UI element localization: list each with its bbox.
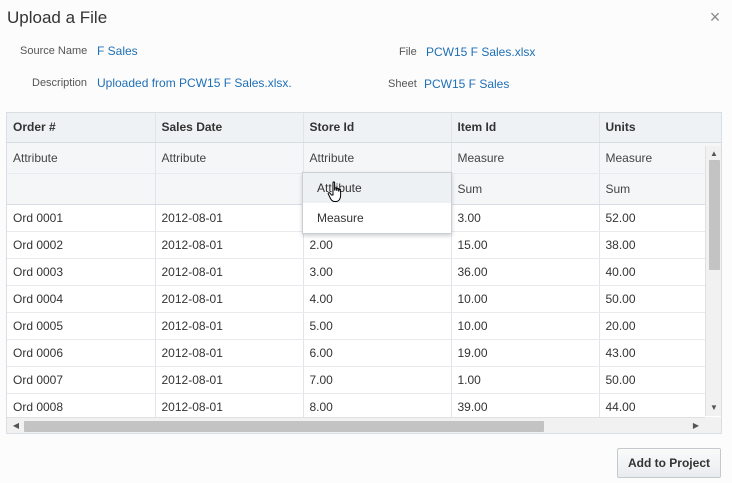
description-label: Description [32,77,88,89]
column-header-sales-date[interactable]: Sales Date [155,113,304,143]
aggregation-select[interactable]: Sum [451,173,600,205]
table-cell: Ord 0007 [7,366,156,394]
table-cell: 3.00 [451,204,600,232]
column-header-store-id[interactable]: Store Id [303,113,452,143]
table-cell: 40.00 [599,258,721,286]
aggregation-select[interactable]: Sum [599,173,721,205]
dropdown-option-attribute[interactable]: Attribute [303,173,451,203]
column-type-select[interactable]: Attribute [155,142,304,174]
table-cell: 39.00 [451,393,600,421]
table-cell: 2012-08-01 [155,366,304,394]
table-cell: 8.00 [303,393,452,421]
aggregation-cell[interactable] [7,173,156,205]
table-row: Ord 0006 2012-08-01 6.00 19.00 43.00 [7,339,721,367]
file-label: File [399,46,417,58]
table-cell: Ord 0003 [7,258,156,286]
table-row: Ord 0004 2012-08-01 4.00 10.00 50.00 [7,285,721,313]
table-row: Ord 0007 2012-08-01 7.00 1.00 50.00 [7,366,721,394]
horizontal-scroll-thumb[interactable] [24,421,544,432]
column-type-select[interactable]: Measure [599,142,721,174]
table-cell: 7.00 [303,366,452,394]
table-cell: 2012-08-01 [155,285,304,313]
table-cell: 38.00 [599,231,721,259]
close-icon[interactable]: × [708,8,722,26]
horizontal-scrollbar[interactable]: ◀ ▶ [7,417,705,433]
table-cell: Ord 0004 [7,285,156,313]
column-type-row: Attribute Attribute Attribute Measure Me… [7,142,721,174]
table-cell: 43.00 [599,339,721,367]
column-type-select[interactable]: Measure [451,142,600,174]
scroll-down-icon[interactable]: ▼ [706,402,721,414]
table-cell: 10.00 [451,312,600,340]
column-type-dropdown: Attribute Measure [302,172,452,234]
vertical-scroll-thumb[interactable] [709,160,720,270]
table-cell: 50.00 [599,285,721,313]
table-cell: 44.00 [599,393,721,421]
sheet-label: Sheet [388,78,417,90]
table-cell: 2012-08-01 [155,393,304,421]
table-cell: 20.00 [599,312,721,340]
table-cell: 50.00 [599,366,721,394]
column-header-order[interactable]: Order # [7,113,156,143]
column-type-select[interactable]: Attribute [303,142,452,174]
scroll-right-icon[interactable]: ▶ [689,418,703,433]
table-cell: Ord 0002 [7,231,156,259]
table-row: Ord 0003 2012-08-01 3.00 36.00 40.00 [7,258,721,286]
table-cell: Ord 0001 [7,204,156,232]
scroll-left-icon[interactable]: ◀ [9,418,23,433]
table-cell: 2.00 [303,231,452,259]
table-cell: 5.00 [303,312,452,340]
table-cell: Ord 0008 [7,393,156,421]
data-table: Order # Sales Date Store Id Item Id Unit… [7,113,721,421]
table-cell: 1.00 [451,366,600,394]
table-cell: 52.00 [599,204,721,232]
table-cell: 10.00 [451,285,600,313]
description-value[interactable]: Uploaded from PCW15 F Sales.xlsx. [97,76,292,90]
table-row: Ord 0008 2012-08-01 8.00 39.00 44.00 [7,393,721,421]
table-cell: 3.00 [303,258,452,286]
vertical-scrollbar[interactable]: ▲ ▼ [705,146,721,416]
header-row: Order # Sales Date Store Id Item Id Unit… [7,113,721,143]
table-row: Ord 0002 2012-08-01 2.00 15.00 38.00 [7,231,721,259]
table-row: Ord 0005 2012-08-01 5.00 10.00 20.00 [7,312,721,340]
column-type-select[interactable]: Attribute [7,142,156,174]
scroll-up-icon[interactable]: ▲ [706,148,721,160]
source-name-label: Source Name [20,45,88,57]
table-cell: 2012-08-01 [155,312,304,340]
table-cell: 6.00 [303,339,452,367]
data-grid: Order # Sales Date Store Id Item Id Unit… [6,112,722,434]
add-to-project-button[interactable]: Add to Project [617,448,721,478]
aggregation-cell[interactable] [155,173,304,205]
table-cell: 2012-08-01 [155,231,304,259]
table-cell: 36.00 [451,258,600,286]
table-cell: 19.00 [451,339,600,367]
source-name-value[interactable]: F Sales [97,44,138,58]
file-value[interactable]: PCW15 F Sales.xlsx [426,45,535,59]
table-cell: Ord 0006 [7,339,156,367]
table-cell: 15.00 [451,231,600,259]
table-cell: 2012-08-01 [155,258,304,286]
table-cell: 2012-08-01 [155,204,304,232]
scrollbar-corner [705,417,721,433]
table-cell: 4.00 [303,285,452,313]
dropdown-option-measure[interactable]: Measure [303,203,451,233]
upload-file-dialog: Upload a File × Source Name F Sales Desc… [0,0,732,483]
table-cell: Ord 0005 [7,312,156,340]
table-cell: 2012-08-01 [155,339,304,367]
sheet-value[interactable]: PCW15 F Sales [424,77,509,91]
column-header-item-id[interactable]: Item Id [451,113,600,143]
column-header-units[interactable]: Units [599,113,721,143]
dialog-title: Upload a File [7,8,108,27]
